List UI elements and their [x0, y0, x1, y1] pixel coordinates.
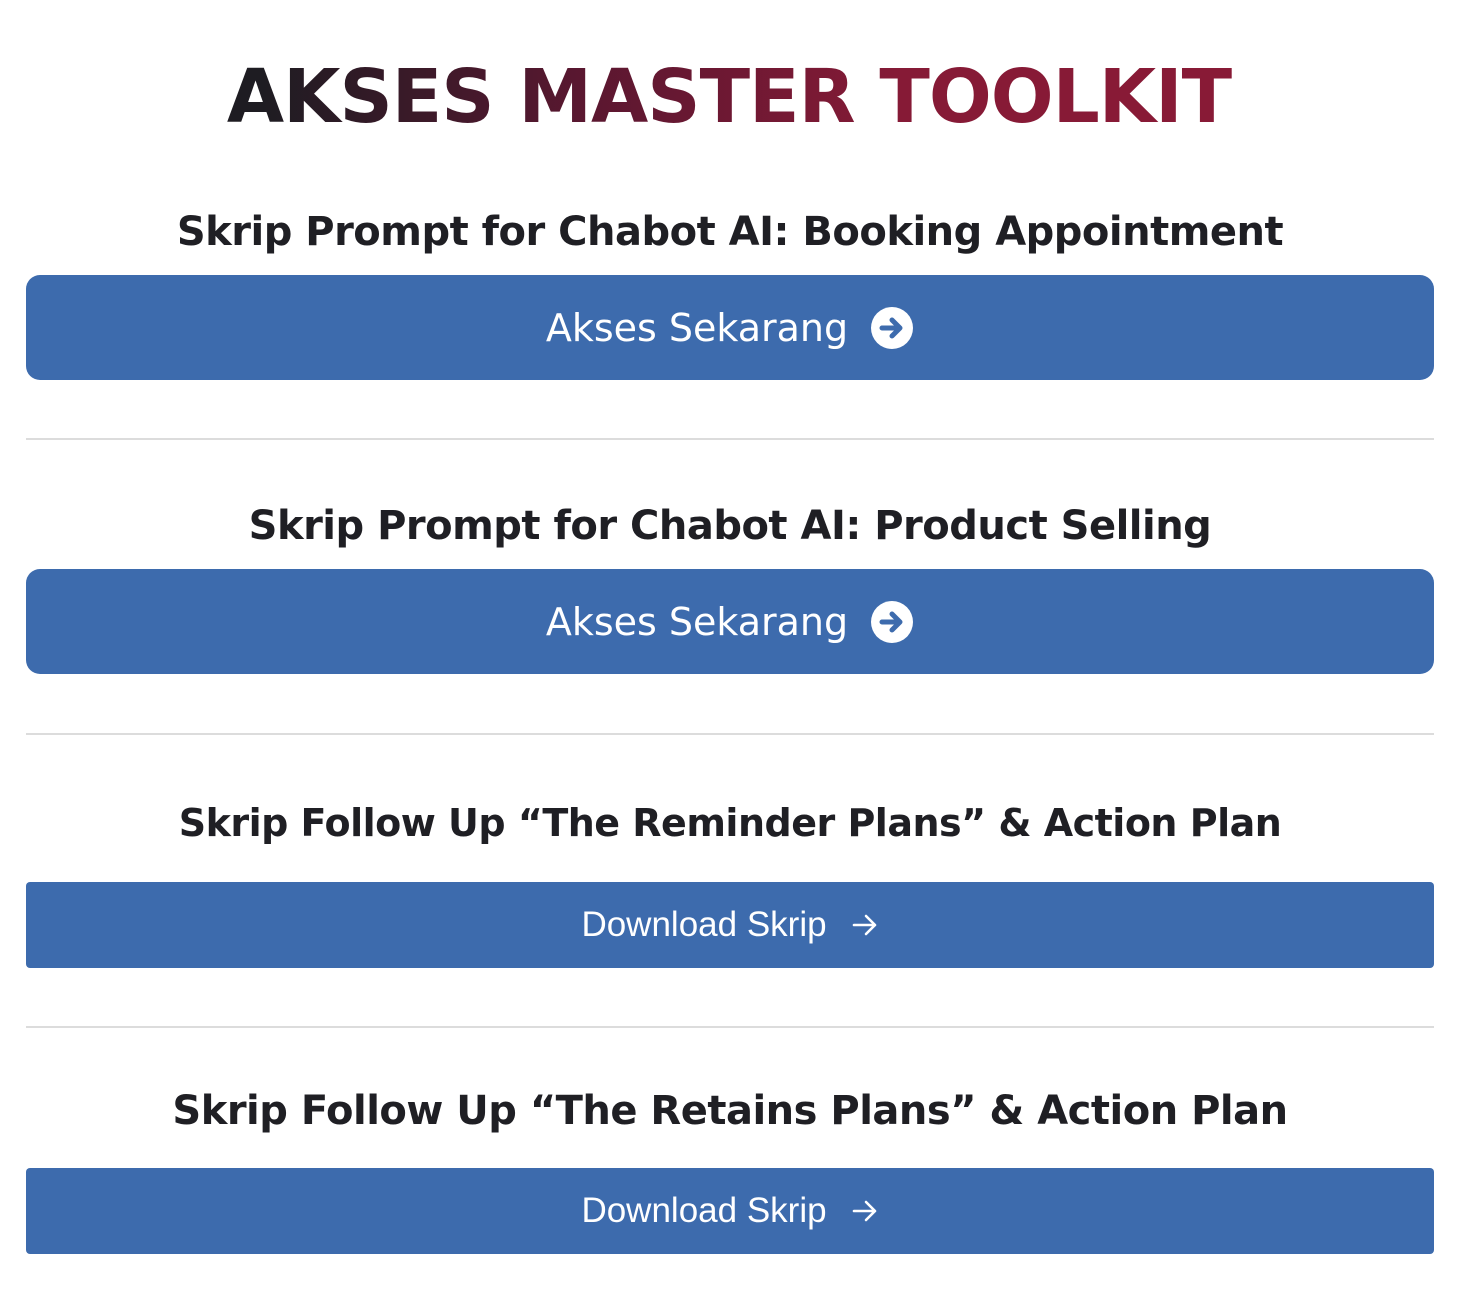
button-label: Akses Sekarang — [545, 599, 849, 644]
arrow-circle-right-icon — [871, 600, 914, 643]
page: AKSES MASTER TOOLKIT Skrip Prompt for Ch… — [0, 0, 1458, 1300]
section-divider — [26, 438, 1434, 440]
download-skrip-button-retains[interactable]: Download Skrip — [26, 1168, 1434, 1254]
button-label: Download Skrip — [581, 1191, 827, 1230]
akses-sekarang-button-booking[interactable]: Akses Sekarang — [26, 275, 1434, 380]
button-label: Download Skrip — [581, 905, 827, 944]
section-divider — [26, 733, 1434, 735]
page-title-part-1: AKSES — [226, 54, 519, 140]
arrow-right-icon — [852, 914, 876, 936]
section-heading-product-selling: Skrip Prompt for Chabot AI: Product Sell… — [248, 503, 1212, 549]
download-skrip-button-reminder[interactable]: Download Skrip — [26, 882, 1434, 968]
arrow-circle-right-icon — [871, 306, 914, 349]
akses-sekarang-button-product[interactable]: Akses Sekarang — [26, 569, 1434, 674]
arrow-right-icon — [852, 1200, 876, 1222]
section-heading-booking-appointment: Skrip Prompt for Chabot AI: Booking Appo… — [176, 209, 1284, 255]
page-title: AKSES MASTER TOOLKIT — [0, 52, 1458, 142]
button-label: Akses Sekarang — [545, 305, 849, 350]
page-title-part-2: MASTER TOOLKIT — [518, 54, 1232, 140]
section-heading-retains-plans: Skrip Follow Up “The Retains Plans” & Ac… — [172, 1088, 1288, 1134]
section-heading-reminder-plans: Skrip Follow Up “The Reminder Plans” & A… — [178, 801, 1282, 845]
section-divider — [26, 1026, 1434, 1028]
